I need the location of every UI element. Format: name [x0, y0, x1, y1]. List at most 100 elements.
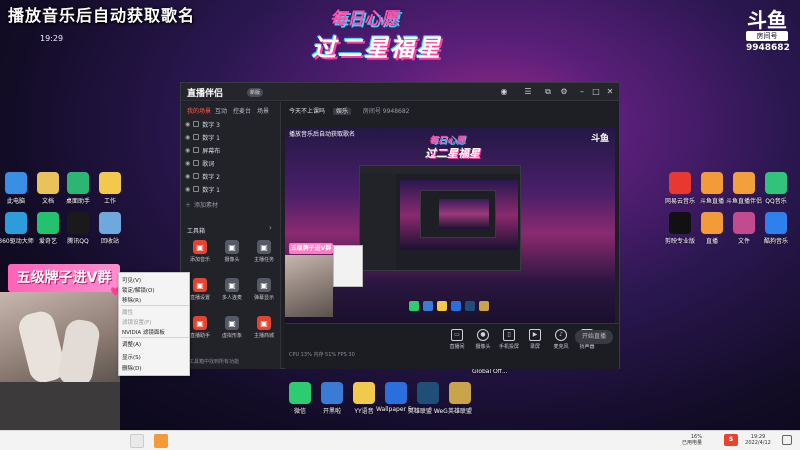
category-tag[interactable]: 娱乐 [332, 108, 351, 115]
tool-button[interactable]: ▣ 摄像头 [219, 240, 245, 263]
tool-label: 虚拟形象 [221, 333, 242, 339]
eye-icon[interactable]: ◉ [185, 186, 190, 193]
scene-label: 数字 2 [202, 173, 220, 181]
lock-icon[interactable] [193, 160, 200, 166]
lock-icon[interactable] [193, 134, 200, 140]
taskbar-window-icon[interactable] [130, 434, 144, 448]
tool-icon: ▣ [193, 316, 207, 330]
scene-item[interactable]: ◉ 歌词 [185, 157, 277, 169]
desktop-icon-lol[interactable]: 英雄联盟 [440, 382, 480, 415]
camera-label: 摄像头 [475, 344, 491, 350]
live-companion-window: 直播伴侣 新版 ◉ ☰ ⧉ ⚙ – □ ✕ 我的场景 互动 控麦台 场景 ◉ 数字… [180, 82, 620, 369]
lock-icon[interactable] [193, 173, 200, 179]
tool-icon: ▣ [225, 240, 239, 254]
menu-item-nvidia[interactable]: NVIDIA 滤镜面板 [122, 328, 188, 336]
room-label: 房间号 [746, 31, 788, 41]
screen-record-label: 录屏 [529, 344, 540, 350]
tool-button[interactable]: ▣ 添加音乐 [187, 240, 213, 263]
tool-button[interactable]: ▣ 弹幕显示 [251, 278, 277, 301]
menu-item-remove[interactable]: 移除(R) [122, 296, 188, 304]
menu-item-filters[interactable]: 滤镜设置(F) [122, 318, 188, 326]
tool-icon: ▣ [193, 278, 207, 292]
scene-item[interactable]: ◉ 数字 3 [185, 118, 277, 130]
tab-my-scenes[interactable]: 我的场景 [187, 106, 211, 115]
start-live-button[interactable]: 开始直播 [575, 330, 613, 344]
scene-label: 屏幕布 [202, 147, 221, 155]
preview-nested-window-inner [420, 190, 496, 238]
avatar-icon[interactable]: ◉ [499, 87, 509, 96]
desktop-icon-recycle-bin[interactable]: 回收站 [90, 212, 130, 245]
scene-item[interactable]: ◉ 屏幕布 [185, 144, 277, 156]
capcut-icon [669, 212, 691, 234]
lock-icon[interactable] [193, 186, 200, 192]
menu-item-properties[interactable]: 属性 [122, 308, 188, 316]
toolbox-header: 工具箱 [187, 228, 206, 235]
input-method-icon[interactable]: S [724, 434, 738, 446]
tool-button[interactable]: ▣ 主播任务 [251, 240, 277, 263]
tab-scenes[interactable]: 场景 [257, 106, 269, 115]
stream-title[interactable]: 今天不上课吗 [289, 108, 325, 115]
screen-record-button[interactable]: ▶ 录屏 [521, 329, 549, 350]
overlay-title: 播放音乐后自动获取歌名 [8, 6, 196, 25]
menu-icon[interactable]: ☰ [523, 87, 533, 96]
tool-label: 添加音乐 [189, 257, 210, 263]
phone-cast-button[interactable]: ▯ 手机投屏 [495, 329, 523, 350]
menu-item-adjust[interactable]: 调整(A) [122, 340, 188, 348]
close-icon[interactable]: ✕ [605, 87, 615, 96]
scene-label: 歌词 [202, 160, 215, 168]
speaker-label: 扬声器 [579, 344, 595, 350]
menu-item-lock[interactable]: 锁定/解锁(O) [122, 286, 188, 294]
tool-button[interactable]: ▣ 虚拟形象 [219, 316, 245, 339]
menu-item-delete[interactable]: 删除(D) [122, 364, 188, 372]
tool-button[interactable]: ▣ 多人连麦 [219, 278, 245, 301]
share-icon[interactable]: ⧉ [543, 87, 553, 97]
eye-icon[interactable]: ◉ [185, 160, 190, 167]
microphone-button[interactable]: ♪ 麦克风 [547, 329, 575, 350]
menu-item-display[interactable]: 显示(S) [122, 353, 188, 361]
preview-wallpaper-icon [451, 301, 461, 311]
preview-yy-icon [437, 301, 447, 311]
desktop-icon-qq-music[interactable]: QQ音乐 [756, 172, 796, 205]
stream-preview[interactable]: 播放音乐后自动获取歌名 每日心愿 过二星福星 斗鱼 五级牌子进V群 [285, 127, 615, 349]
scene-item[interactable]: ◉ 数字 2 [185, 170, 277, 182]
notification-icon[interactable] [782, 435, 792, 445]
app-sidebar: 我的场景 互动 控麦台 场景 ◉ 数字 3 ◉ 数字 1 ◉ 屏幕布 ◉ 歌词 ◉ 数字 2 ◉ 数字… [181, 102, 281, 369]
preview-nested-window [359, 165, 521, 271]
tab-mic-control[interactable]: 控麦台 [233, 106, 251, 115]
menu-item-visible[interactable]: 可见(V) [122, 276, 188, 284]
taskbar: 16% 已用电量 S 19:29 2022/4/12 [0, 430, 800, 450]
desktop-icon-folder[interactable]: 工作 [90, 172, 130, 205]
daily-wish-goal: 过二星福星 [312, 34, 442, 62]
scene-item[interactable]: ◉ 数字 1 [185, 131, 277, 143]
tool-icon: ▣ [257, 316, 271, 330]
add-source-label: 添加素材 [194, 201, 219, 209]
eye-icon[interactable]: ◉ [185, 121, 190, 128]
tool-button[interactable]: ▣ 直播助手 [187, 316, 213, 339]
minimize-icon[interactable]: – [577, 87, 587, 96]
live-icon [701, 212, 723, 234]
tool-label: 多人连麦 [221, 295, 242, 301]
eye-icon[interactable]: ◉ [185, 147, 190, 154]
taskbar-douyu-icon[interactable] [154, 434, 168, 448]
desktop-icon-kugou[interactable]: 酷狗音乐 [756, 212, 796, 245]
toolbox-more-icon[interactable]: › [269, 224, 272, 232]
desktop-icon-label: 英雄联盟 [447, 408, 472, 415]
add-source-button[interactable]: ＋ 添加素材 [185, 198, 277, 210]
tool-label: 直播设置 [189, 295, 210, 301]
live-room-button[interactable]: ▭ 直播间 [443, 329, 471, 350]
tab-interact[interactable]: 互动 [215, 106, 227, 115]
lock-icon[interactable] [193, 121, 200, 127]
eye-icon[interactable]: ◉ [185, 173, 190, 180]
lock-icon[interactable] [193, 147, 200, 153]
scene-item[interactable]: ◉ 数字 1 [185, 183, 277, 195]
tool-button[interactable]: ▣ 直播设置 [187, 278, 213, 301]
tool-button[interactable]: ▣ 主播商城 [251, 316, 277, 339]
maximize-icon[interactable]: □ [591, 87, 601, 96]
eye-icon[interactable]: ◉ [185, 134, 190, 141]
app-titlebar: 直播伴侣 新版 ◉ ☰ ⧉ ⚙ – □ ✕ [181, 83, 619, 101]
computer-icon [5, 172, 27, 194]
taskbar-clock[interactable]: 19:29 2022/4/12 [740, 434, 776, 446]
tool-label: 摄像头 [224, 257, 240, 263]
settings-icon[interactable]: ⚙ [559, 87, 569, 96]
camera-button[interactable]: ● 摄像头 [469, 329, 497, 350]
